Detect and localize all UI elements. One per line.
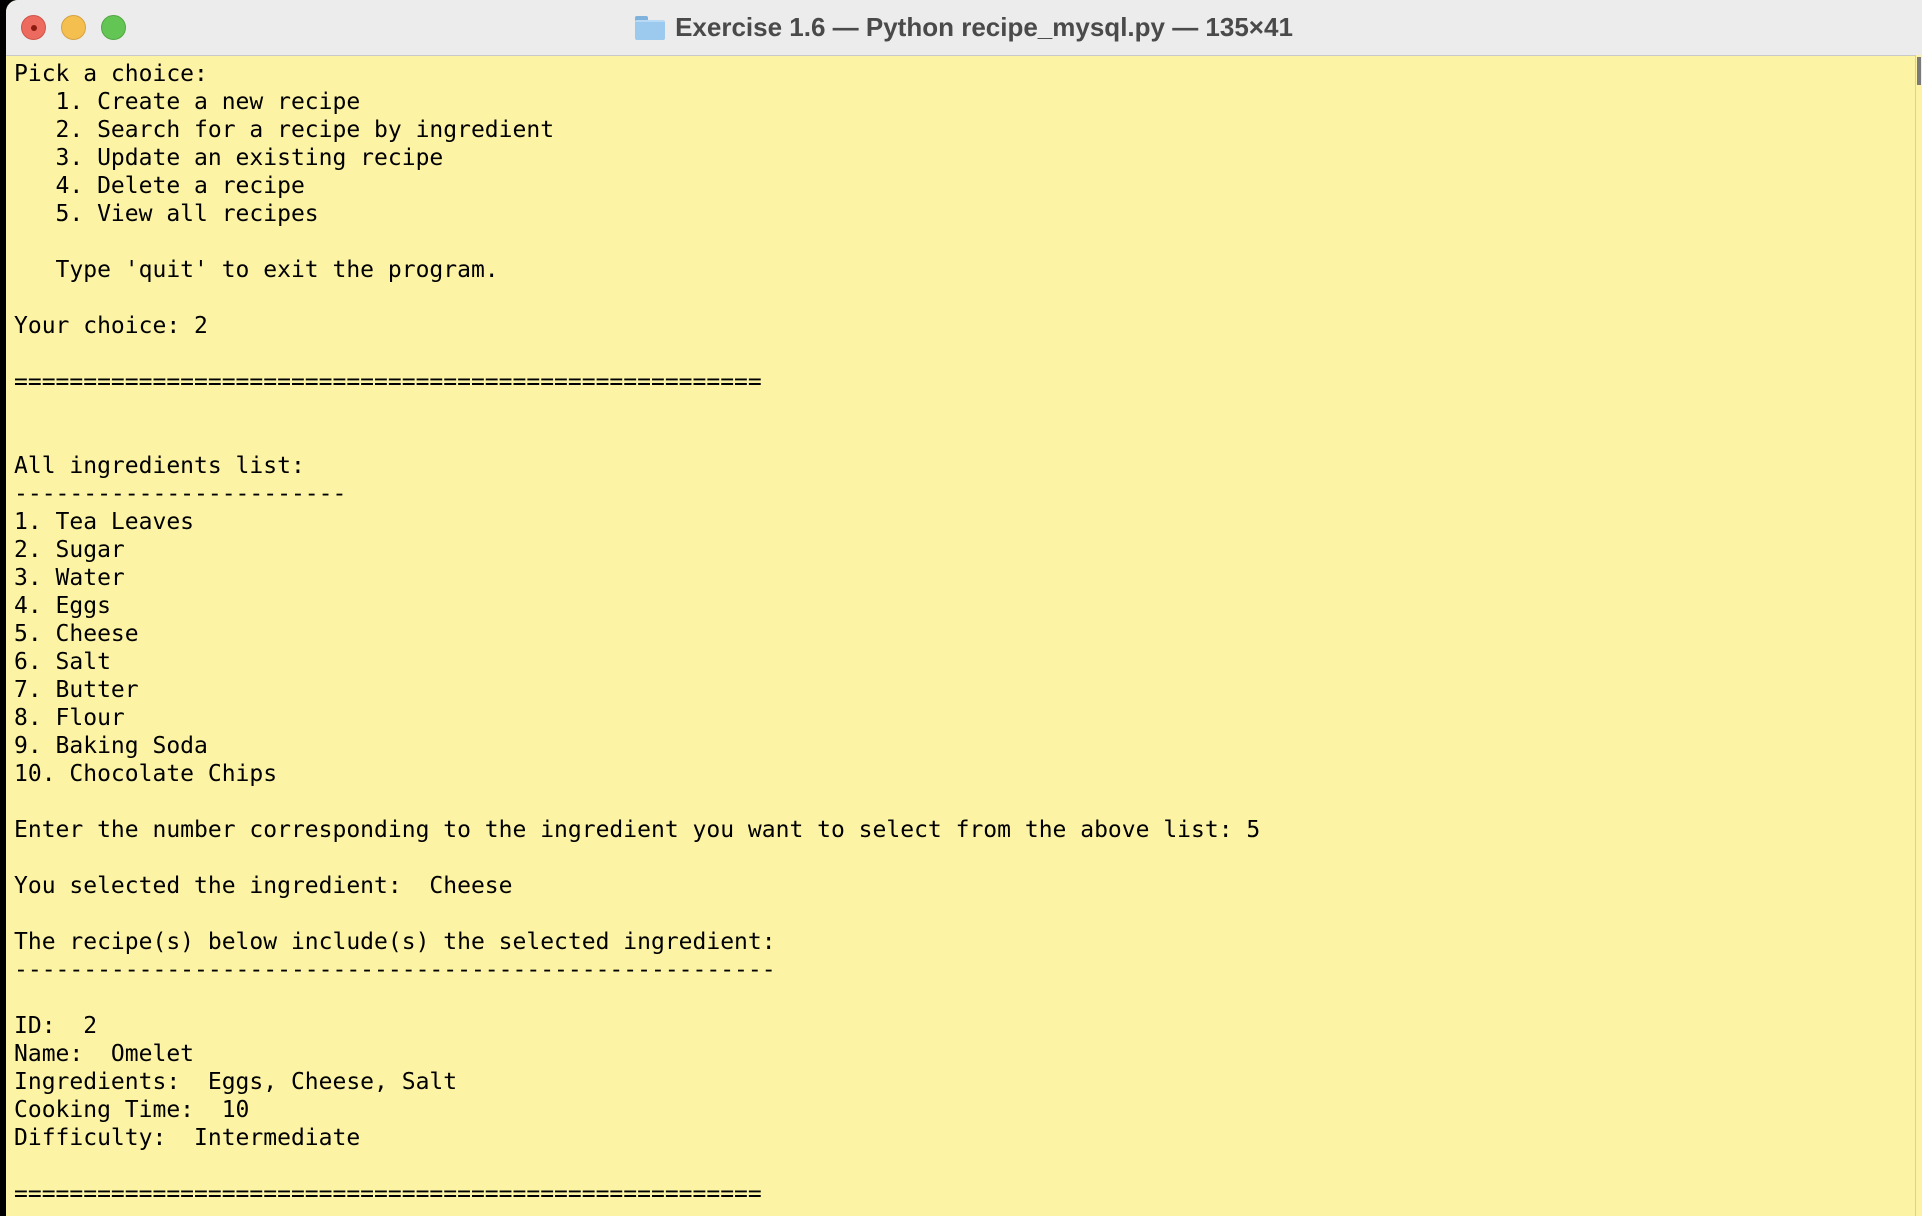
folder-icon	[635, 15, 666, 40]
terminal-line: ID: 2	[14, 1013, 98, 1039]
terminal-line: ========================================…	[14, 369, 762, 395]
terminal-line: ------------------------	[14, 481, 347, 507]
terminal-line: All ingredients list:	[14, 453, 305, 479]
terminal-line: Difficulty: Intermediate	[14, 1125, 361, 1151]
terminal-line: Your choice: 2	[14, 313, 208, 339]
terminal-line: Cooking Time: 10	[14, 1097, 250, 1123]
terminal-line: The recipe(s) below include(s) the selec…	[14, 929, 776, 955]
scrollbar-thumb[interactable]	[1917, 57, 1921, 85]
terminal-line: 1. Create a new recipe	[14, 89, 361, 115]
terminal-line: ----------------------------------------…	[14, 957, 776, 983]
terminal-window: Exercise 1.6 — Python recipe_mysql.py — …	[6, 0, 1922, 1216]
title-bar[interactable]: Exercise 1.6 — Python recipe_mysql.py — …	[6, 0, 1922, 56]
terminal-line: 5. Cheese	[14, 621, 139, 647]
terminal-line: You selected the ingredient: Cheese	[14, 873, 513, 899]
terminal-line: 1. Tea Leaves	[14, 509, 195, 535]
window-title-container: Exercise 1.6 — Python recipe_mysql.py — …	[6, 0, 1922, 55]
terminal-line: 2. Search for a recipe by ingredient	[14, 117, 555, 143]
scrollbar[interactable]	[1915, 55, 1922, 1216]
terminal-line: Name: Omelet	[14, 1041, 195, 1067]
terminal-line: 2. Sugar	[14, 537, 125, 563]
terminal-line: Pick a choice:	[14, 61, 208, 87]
terminal-line: 4. Delete a recipe	[14, 173, 305, 199]
terminal-line: 7. Butter	[14, 677, 139, 703]
terminal-line: 10. Chocolate Chips	[14, 761, 278, 787]
terminal-line: Ingredients: Eggs, Cheese, Salt	[14, 1069, 458, 1095]
terminal-line: ========================================…	[14, 1181, 762, 1207]
terminal-line: 8. Flour	[14, 705, 125, 731]
terminal-line: 5. View all recipes	[14, 201, 319, 227]
terminal-line: 9. Baking Soda	[14, 733, 208, 759]
terminal-line: Enter the number corresponding to the in…	[14, 817, 1261, 843]
terminal-line: 3. Water	[14, 565, 125, 591]
terminal-line: 3. Update an existing recipe	[14, 145, 444, 171]
terminal-line: 6. Salt	[14, 649, 111, 675]
terminal-output[interactable]: Pick a choice: 1. Create a new recipe 2.…	[14, 60, 1894, 1210]
window-title: Exercise 1.6 — Python recipe_mysql.py — …	[675, 12, 1293, 42]
terminal-line: 4. Eggs	[14, 593, 111, 619]
terminal-line: Type 'quit' to exit the program.	[14, 257, 499, 283]
